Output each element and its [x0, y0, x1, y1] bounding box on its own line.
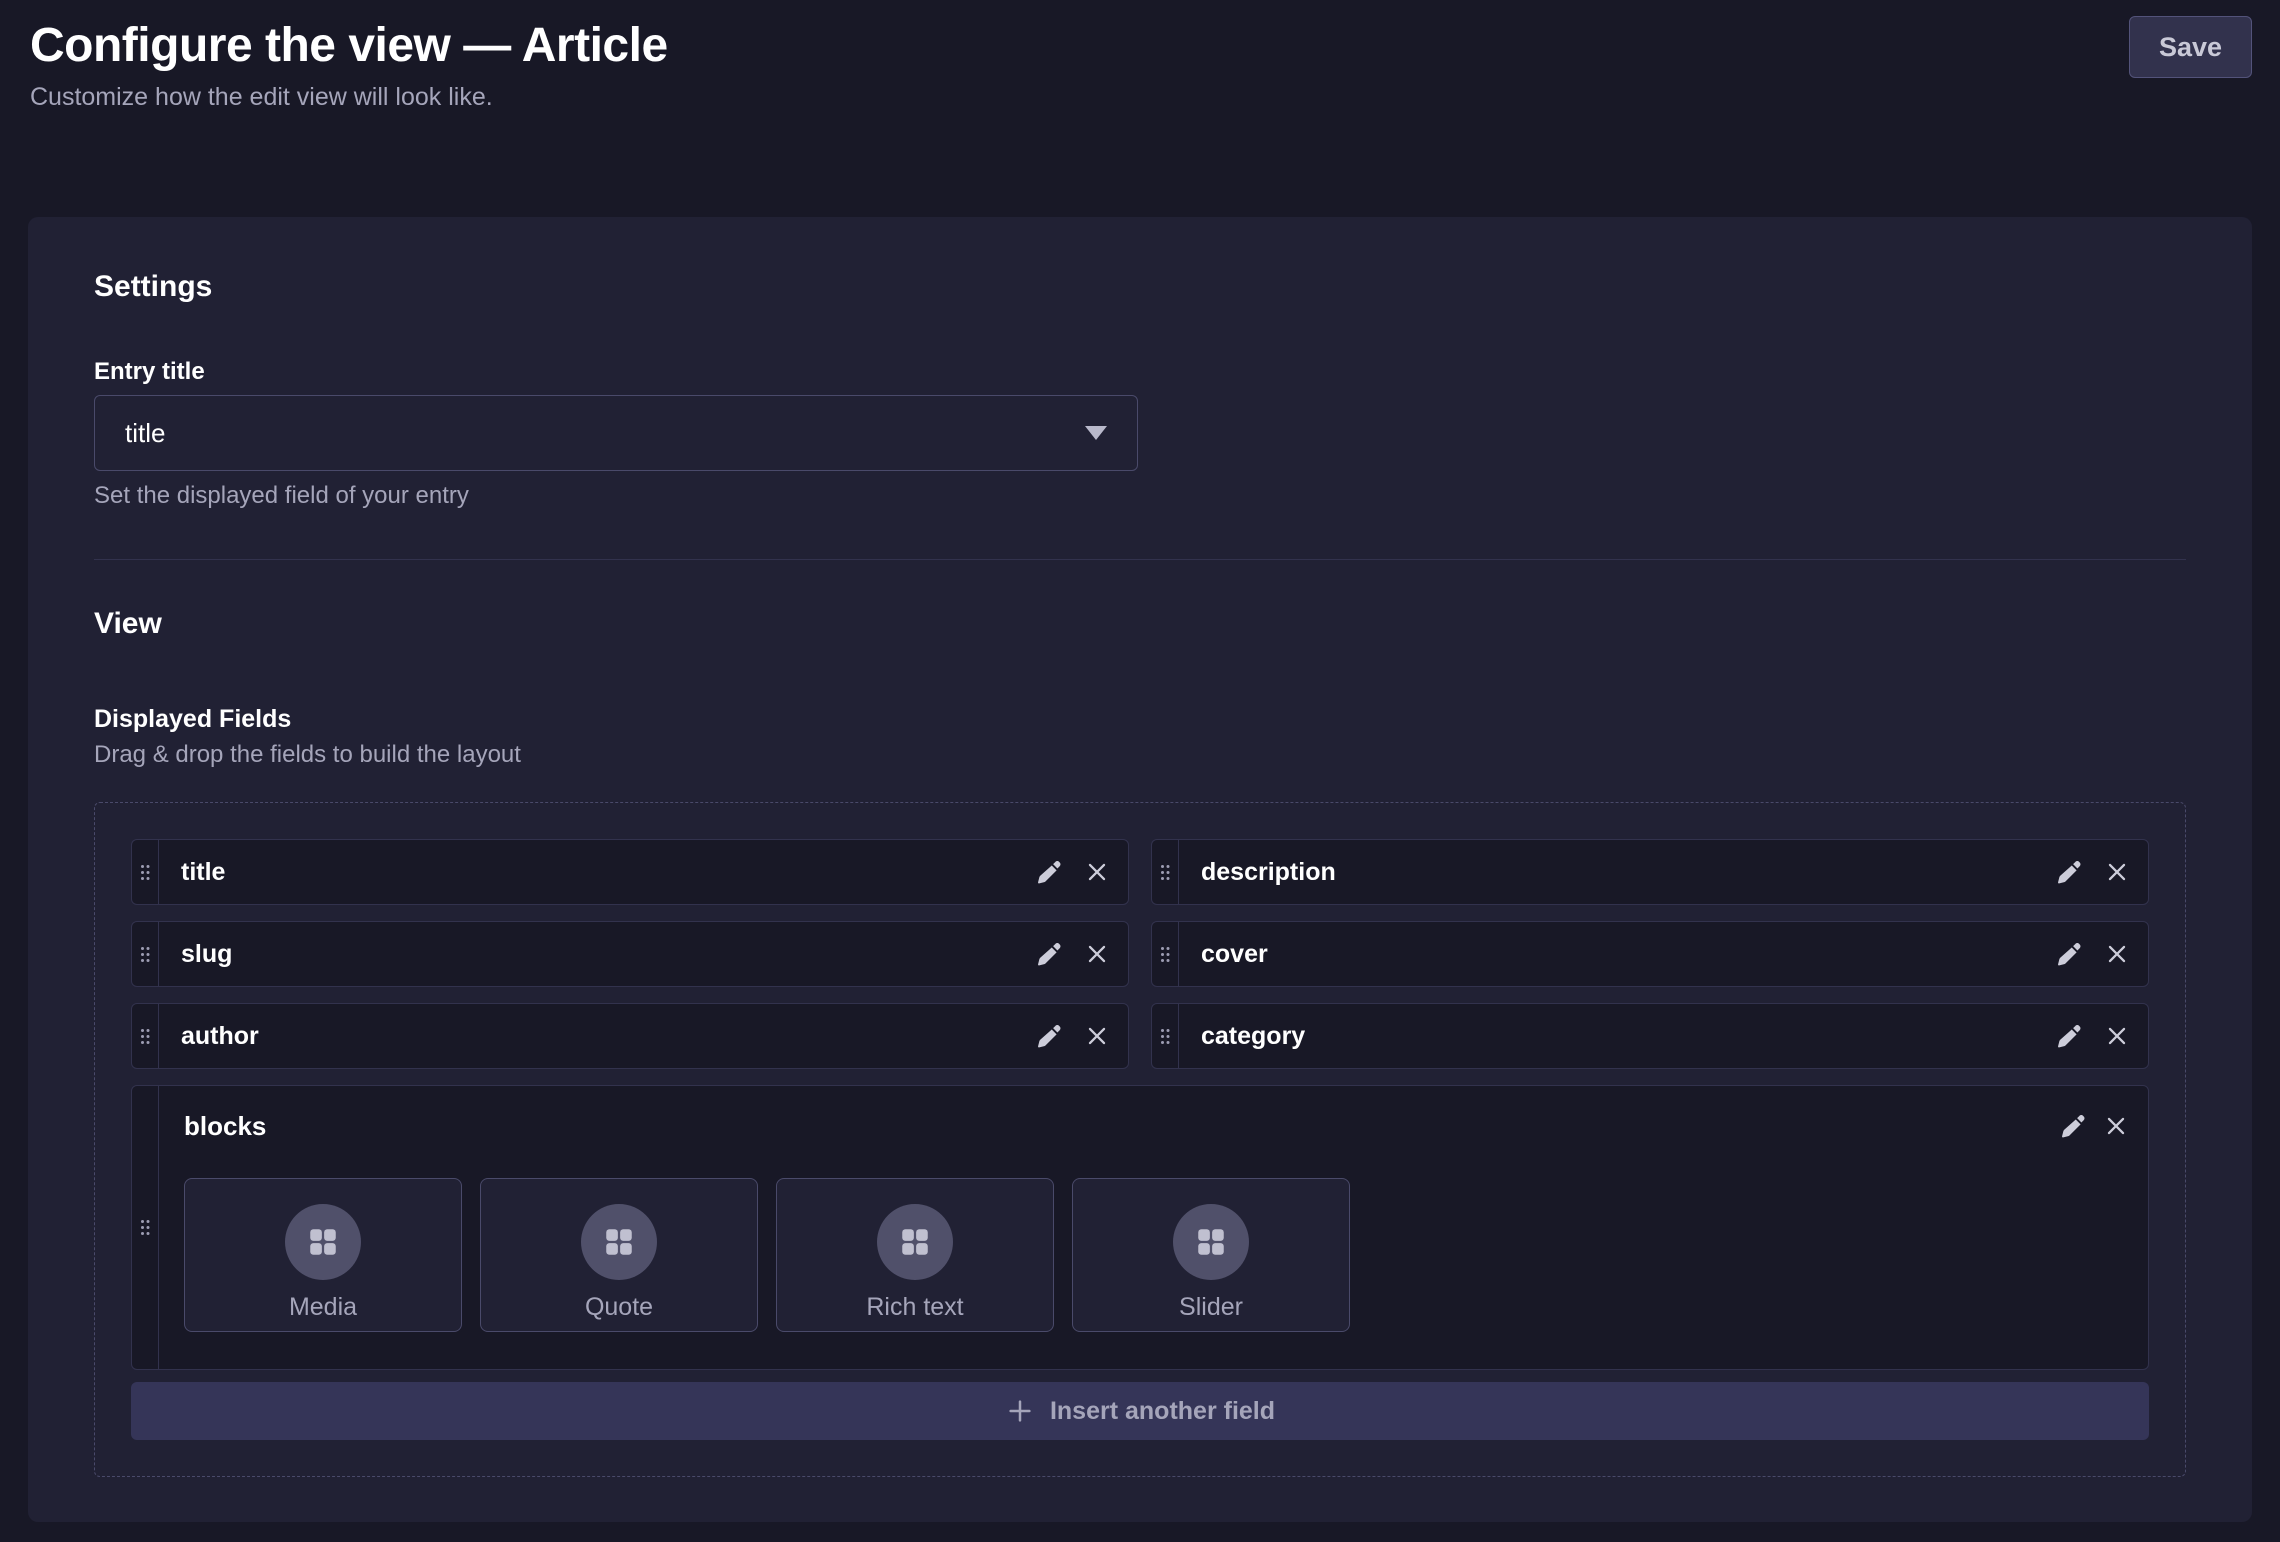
component-icon-circle — [285, 1204, 361, 1280]
page-header: Configure the view — Article Customize h… — [0, 0, 2280, 217]
drag-dots-icon — [140, 946, 151, 963]
component-icon-circle — [877, 1204, 953, 1280]
component-label: Quote — [585, 1293, 653, 1322]
blocks-header: blocks — [184, 1108, 2134, 1144]
field-name: title — [181, 858, 1030, 887]
entry-title-select-value: title — [125, 418, 1085, 449]
close-icon — [1084, 1023, 1110, 1049]
configuration-card: Settings Entry title title Set the displ… — [28, 217, 2252, 1522]
grid-icon — [898, 1225, 932, 1259]
component-card-media[interactable]: Media — [184, 1178, 462, 1332]
drag-dots-icon — [1160, 864, 1171, 881]
close-icon — [2104, 941, 2130, 967]
page-subtitle: Customize how the edit view will look li… — [30, 80, 668, 114]
fields-drop-zone: title description slug cover — [94, 802, 2186, 1477]
pencil-icon — [1035, 1023, 1062, 1050]
blocks-content: blocks Media Quote Rich tex — [159, 1086, 2148, 1369]
pencil-icon — [2059, 1113, 2086, 1140]
pencil-icon — [2055, 1023, 2082, 1050]
remove-field-button[interactable] — [1079, 854, 1115, 890]
edit-field-button[interactable] — [2050, 936, 2086, 972]
section-divider — [94, 559, 2186, 560]
remove-field-button[interactable] — [2099, 936, 2135, 972]
component-label: Slider — [1179, 1293, 1243, 1322]
entry-title-hint: Set the displayed field of your entry — [94, 481, 1138, 511]
close-icon — [1084, 941, 1110, 967]
edit-field-button[interactable] — [2050, 854, 2086, 890]
component-label: Media — [289, 1293, 357, 1322]
insert-another-field-label: Insert another field — [1050, 1397, 1275, 1426]
field-row-category: category — [1151, 1003, 2149, 1069]
drag-dots-icon — [1160, 946, 1171, 963]
component-icon-circle — [581, 1204, 657, 1280]
remove-field-button[interactable] — [2099, 854, 2135, 890]
field-name: cover — [1201, 940, 2050, 969]
page-title: Configure the view — Article — [30, 16, 668, 76]
field-name: description — [1201, 858, 2050, 887]
drag-handle[interactable] — [132, 922, 159, 986]
component-cards: Media Quote Rich text Slider — [184, 1178, 2134, 1332]
page-header-text: Configure the view — Article Customize h… — [30, 16, 668, 114]
field-name: category — [1201, 1022, 2050, 1051]
grid-icon — [602, 1225, 636, 1259]
field-row-description: description — [1151, 839, 2149, 905]
component-card-quote[interactable]: Quote — [480, 1178, 758, 1332]
remove-field-button[interactable] — [2098, 1108, 2134, 1144]
field-name: slug — [181, 940, 1030, 969]
displayed-fields-hint: Drag & drop the fields to build the layo… — [94, 740, 2186, 770]
pencil-icon — [1035, 941, 1062, 968]
component-card-slider[interactable]: Slider — [1072, 1178, 1350, 1332]
drag-dots-icon — [140, 1219, 151, 1236]
edit-field-button[interactable] — [1030, 1018, 1066, 1054]
drag-handle[interactable] — [1152, 922, 1179, 986]
field-name: author — [181, 1022, 1030, 1051]
field-row-title: title — [131, 839, 1129, 905]
field-row-slug: slug — [131, 921, 1129, 987]
entry-title-select[interactable]: title — [94, 395, 1138, 471]
component-label: Rich text — [866, 1293, 963, 1322]
insert-another-field-button[interactable]: Insert another field — [131, 1382, 2149, 1440]
pencil-icon — [2055, 941, 2082, 968]
remove-field-button[interactable] — [2099, 1018, 2135, 1054]
edit-field-button[interactable] — [1030, 936, 1066, 972]
edit-field-button[interactable] — [2050, 1018, 2086, 1054]
edit-field-button[interactable] — [2054, 1108, 2090, 1144]
field-row-blocks: blocks Media Quote Rich tex — [131, 1085, 2149, 1370]
view-heading: View — [94, 606, 2186, 642]
remove-field-button[interactable] — [1079, 936, 1115, 972]
pencil-icon — [2055, 859, 2082, 886]
drag-handle[interactable] — [132, 1086, 159, 1369]
drag-dots-icon — [1160, 1028, 1171, 1045]
grid-icon — [1194, 1225, 1228, 1259]
field-row-author: author — [131, 1003, 1129, 1069]
close-icon — [2103, 1113, 2129, 1139]
drag-handle[interactable] — [1152, 840, 1179, 904]
close-icon — [1084, 859, 1110, 885]
pencil-icon — [1035, 859, 1062, 886]
entry-title-label: Entry title — [94, 357, 1138, 387]
settings-heading: Settings — [94, 269, 2186, 305]
drag-handle[interactable] — [1152, 1004, 1179, 1068]
drag-handle[interactable] — [132, 1004, 159, 1068]
grid-icon — [306, 1225, 340, 1259]
caret-down-icon — [1085, 426, 1107, 440]
field-name: blocks — [184, 1111, 2054, 1142]
save-button[interactable]: Save — [2129, 16, 2252, 78]
component-card-rich-text[interactable]: Rich text — [776, 1178, 1054, 1332]
drag-dots-icon — [140, 1028, 151, 1045]
close-icon — [2104, 1023, 2130, 1049]
plus-icon — [1005, 1396, 1035, 1426]
field-row-cover: cover — [1151, 921, 2149, 987]
displayed-fields-label: Displayed Fields — [94, 704, 2186, 734]
remove-field-button[interactable] — [1079, 1018, 1115, 1054]
edit-field-button[interactable] — [1030, 854, 1066, 890]
entry-title-field-group: Entry title title Set the displayed fiel… — [94, 357, 1138, 511]
fields-grid: title description slug cover — [131, 839, 2149, 1069]
component-icon-circle — [1173, 1204, 1249, 1280]
close-icon — [2104, 859, 2130, 885]
drag-handle[interactable] — [132, 840, 159, 904]
drag-dots-icon — [140, 864, 151, 881]
